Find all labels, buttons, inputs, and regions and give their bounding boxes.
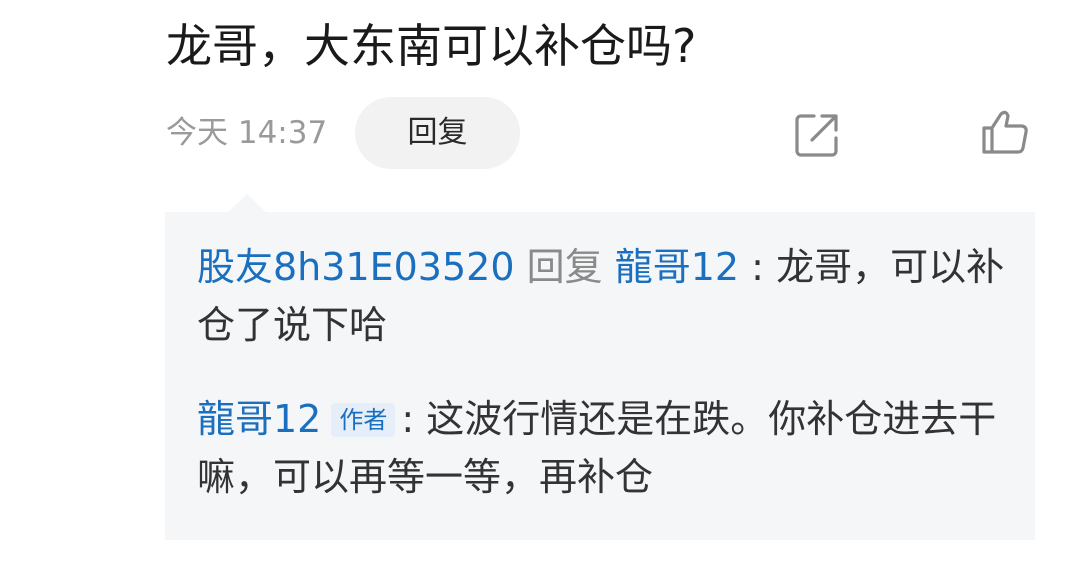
comment-time: 今天 14:37 (166, 115, 328, 151)
author-badge: 作者 (331, 403, 396, 437)
sub-reply: 股友8h31E03520 回复 龍哥12 : 龙哥，可以补仓了说下哈 (197, 238, 1007, 354)
thumbs-up-icon (982, 110, 1028, 154)
sub-reply: 龍哥12 作者: 这波行情还是在跌。你补仓进去干嘛，可以再等一等，再补仓 (197, 390, 1007, 506)
reply-username[interactable]: 龍哥12 (197, 397, 321, 441)
comment-text: 龙哥，大东南可以补仓吗? (166, 19, 697, 73)
like-button[interactable] (978, 106, 1032, 160)
reply-target-username[interactable]: 龍哥12 (615, 245, 739, 289)
reply-word: 回复 (526, 245, 603, 289)
share-button[interactable] (790, 108, 844, 162)
share-icon (795, 114, 838, 157)
reply-button[interactable]: 回复 (355, 97, 520, 169)
reply-separator: : (751, 245, 764, 289)
reply-separator: : (401, 397, 415, 441)
reply-box-pointer (228, 194, 266, 212)
reply-username[interactable]: 股友8h31E03520 (197, 245, 515, 289)
